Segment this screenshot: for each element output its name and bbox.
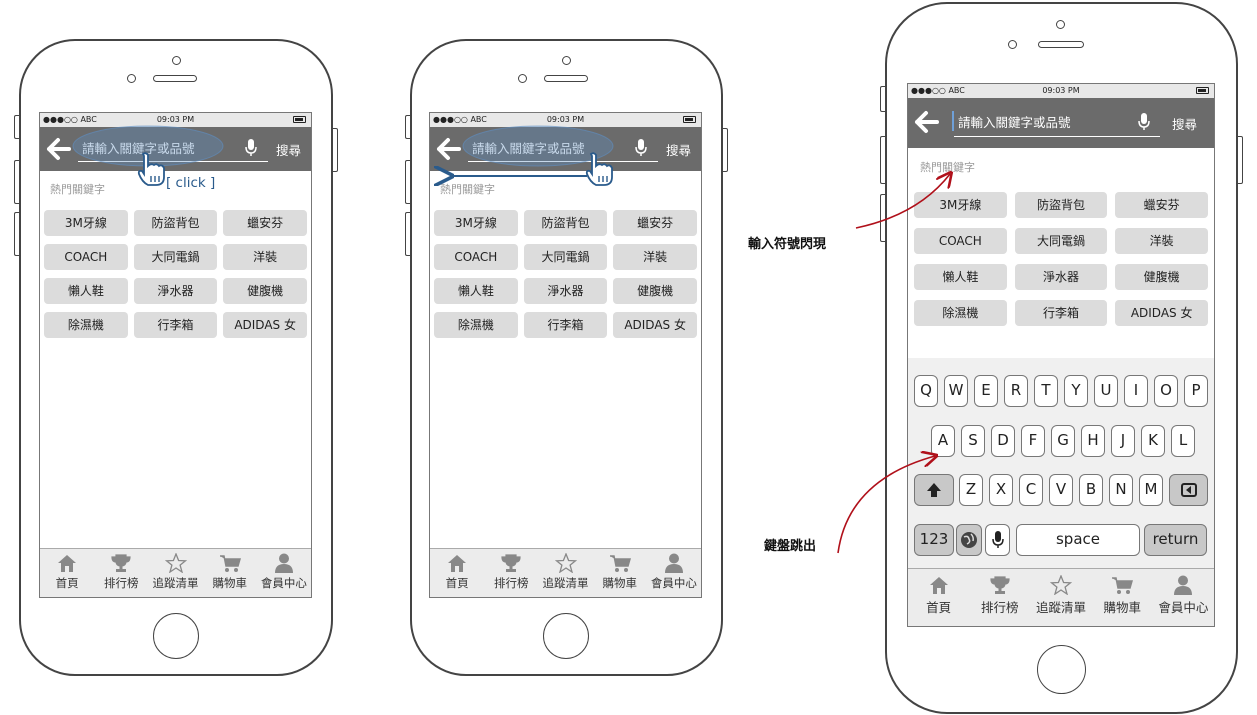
keyboard-popup-annotation: 鍵盤跳出: [764, 539, 817, 554]
click-annotation: [ click ]: [166, 175, 216, 191]
annotation-overlay: [72, 125, 1257, 554]
cursor-blink-annotation: 輸入符號閃現: [748, 237, 827, 252]
keyboard-pointer-arrow: [837, 456, 935, 554]
tap-highlight: [462, 125, 614, 167]
cursor-pointer-arrow: [855, 174, 950, 229]
